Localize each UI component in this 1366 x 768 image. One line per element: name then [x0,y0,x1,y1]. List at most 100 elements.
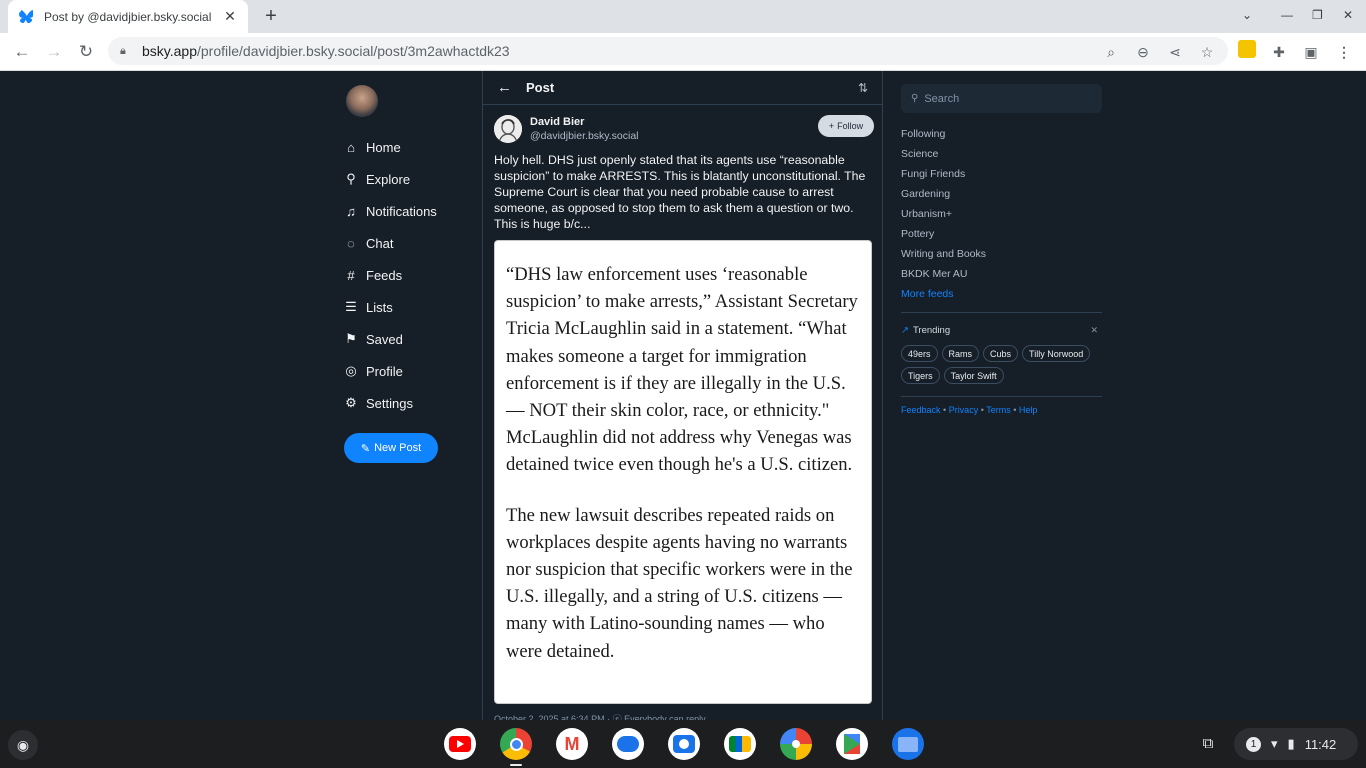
search-icon: ⚲ [346,171,356,186]
url-path: /profile/davidjbier.bsky.social/post/3m2… [197,43,510,59]
user-icon: ◎ [345,363,357,378]
new-tab-button[interactable]: + [260,5,282,27]
tab-strip: Post by @davidjbier.bsky.social ✕ + ⌄ — … [0,0,1366,33]
gmail-icon[interactable]: M [556,728,588,760]
search-icon[interactable]: ⌕ [1100,41,1122,63]
feed-link[interactable]: BKDK Mer AU [901,264,1102,284]
messages-icon[interactable] [612,728,644,760]
footer-link[interactable]: Feedback [901,405,941,415]
nav-item-label: Saved [366,331,403,347]
minimize-icon[interactable]: — [1281,8,1293,22]
feed-link[interactable]: Writing and Books [901,244,1102,264]
close-icon[interactable]: ✕ [1090,325,1098,336]
feed-link[interactable]: Fungi Friends [901,164,1102,184]
feed-link[interactable]: Following [901,124,1102,144]
nav-item-label: Explore [366,171,411,187]
share-icon[interactable]: ⋖ [1164,41,1186,63]
sort-icon[interactable]: ⇅ [858,81,868,95]
nav-item-label: Lists [366,299,393,315]
meet-icon[interactable] [724,728,756,760]
sidepanel-icon[interactable]: ▣ [1300,41,1322,63]
restore-icon[interactable]: ❐ [1312,8,1323,22]
nav-item-feeds[interactable]: # Feeds [344,259,474,291]
nav-item-chat[interactable]: ◌ Chat [344,227,474,259]
author-handle[interactable]: @davidjbier.bsky.social [530,130,639,142]
extension-badge-icon[interactable] [1238,40,1256,58]
separator: • [978,405,987,415]
hash-icon: # [347,267,355,283]
nav-item-profile[interactable]: ◎ Profile [344,355,474,387]
close-window-icon[interactable]: ✕ [1343,8,1353,22]
back-icon[interactable]: ← [11,41,33,63]
launcher-icon[interactable]: ◉ [8,730,38,760]
trending-topic[interactable]: Cubs [983,345,1019,362]
search-icon: ⚲ [911,93,919,104]
forward-icon[interactable]: → [43,41,65,63]
footer-link[interactable]: Help [1019,405,1038,415]
browser-tab[interactable]: Post by @davidjbier.bsky.social ✕ [8,0,248,33]
trending-topic[interactable]: Tigers [901,367,940,384]
new-post-label: New Post [374,442,422,454]
feed-link[interactable]: Pottery [901,224,1102,244]
footer-link[interactable]: Privacy [949,405,979,415]
feed-link[interactable]: Science [901,144,1102,164]
address-bar[interactable]: 🔒︎ bsky.app/profile/davidjbier.bsky.soci… [108,37,1228,65]
lock-icon: 🔒︎ [120,44,126,57]
nav-item-label: Notifications [366,203,437,219]
nav-item-label: Settings [366,395,413,411]
bell-icon: ♫ [346,203,356,219]
trending-title: Trending [912,324,951,336]
nav-item-lists[interactable]: ☰ Lists [344,291,474,323]
holding-space-icon[interactable]: ⧉ [1196,732,1220,756]
status-tray[interactable]: 1 ▾ ▮ 11:42 [1234,728,1358,760]
feed-link[interactable]: Urbanism+ [901,204,1102,224]
trending-icon: ↗ [901,324,909,336]
post-author: David Bier @davidjbier.bsky.social + Fol… [494,115,874,145]
nav-item-label: Home [366,139,401,155]
nav-item-notifications[interactable]: ♫ Notifications [344,195,474,227]
photos-icon[interactable] [780,728,812,760]
left-nav: ⌂ Home ⚲ Explore ♫ Notifications ◌ Chat # Feeds ☰ L… [344,85,474,463]
feed-link[interactable]: Gardening [901,184,1102,204]
trending-topic[interactable]: Taylor Swift [943,367,1004,384]
new-post-button[interactable]: ✎ New Post [344,433,438,463]
tab-search-icon[interactable]: ⌄ [1242,8,1252,22]
search-input[interactable]: ⚲ Search [901,84,1102,113]
nav-item-explore[interactable]: ⚲ Explore [344,163,474,195]
separator: • [940,405,949,415]
youtube-icon[interactable] [444,728,476,760]
extensions-icon[interactable]: ✚ [1268,41,1290,63]
shelf: ◉ M ⧉ 1 ▾ ▮ 11:42 [0,720,1366,768]
browser-toolbar: ← → ↻ 🔒︎ bsky.app/profile/davidjbier.bsk… [0,33,1366,71]
menu-icon[interactable]: ⋮ [1333,41,1355,63]
image-paragraph: The new lawsuit describes repeated raids… [506,504,853,662]
plus-icon: + [828,121,835,131]
more-feeds-link[interactable]: More feeds [901,284,1102,304]
author-name[interactable]: David Bier [530,116,584,128]
close-tab-icon[interactable]: ✕ [222,8,238,25]
zoom-out-icon[interactable]: ⊖ [1132,41,1154,63]
footer-link[interactable]: Terms [986,405,1011,415]
author-avatar[interactable] [494,115,522,143]
nav-item-home[interactable]: ⌂ Home [344,131,474,163]
trending-topic[interactable]: Tilly Norwood [1022,345,1091,362]
trending-topic[interactable]: Rams [941,345,980,362]
avatar[interactable] [346,85,378,117]
nav-item-saved[interactable]: ⚑ Saved [344,323,474,355]
gear-icon: ⚙ [345,395,357,410]
clock: 11:42 [1304,736,1337,752]
back-arrow-icon[interactable]: ← [497,79,512,96]
follow-button[interactable]: + Follow [818,115,874,137]
active-indicator [510,764,522,766]
star-icon[interactable]: ☆ [1196,41,1218,63]
post-image[interactable]: “DHS law enforcement uses ‘reasonable su… [494,240,872,704]
files-icon[interactable] [892,728,924,760]
bluesky-app: ⌂ Home ⚲ Explore ♫ Notifications ◌ Chat # Feeds ☰ L… [0,71,1366,720]
trending-topic[interactable]: 49ers [901,345,938,362]
play-store-icon[interactable] [836,728,868,760]
post-header: ← Post ⇅ [483,71,882,105]
reload-icon[interactable]: ↻ [75,41,97,63]
camera-icon[interactable] [668,728,700,760]
nav-item-settings[interactable]: ⚙ Settings [344,387,474,419]
chrome-icon[interactable] [500,728,532,760]
